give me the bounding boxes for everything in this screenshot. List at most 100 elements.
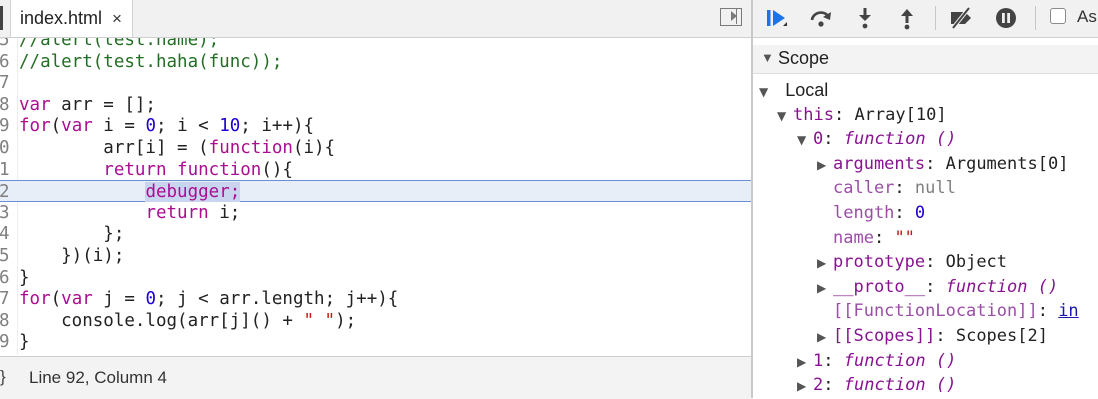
file-tab[interactable]: index.html × [10, 0, 133, 37]
property-key: __proto__ [833, 276, 926, 297]
async-checkbox[interactable] [1050, 8, 1066, 24]
scope-property-row[interactable]: ▶ __proto__: function () [817, 275, 1058, 299]
property-separator: : [873, 227, 895, 248]
expand-triangle-icon[interactable]: ▶ [797, 374, 813, 398]
code-token: (i){ [292, 138, 336, 158]
expand-triangle-icon[interactable]: ▶ [817, 276, 833, 300]
scope-property-row[interactable]: caller: null [817, 176, 956, 200]
function-location-link[interactable]: in [1058, 301, 1078, 321]
expand-triangle-icon: ▼ [759, 85, 769, 99]
line-number[interactable]: 8 [0, 94, 17, 116]
pretty-print-icon[interactable]: } [0, 367, 6, 387]
expand-triangle-icon[interactable]: ▶ [817, 325, 833, 349]
code-line[interactable]: 7 [0, 72, 751, 94]
step-over-icon[interactable] [809, 6, 833, 30]
scope-property-row[interactable]: ▼ this: Array[10] [777, 103, 947, 127]
scope-local-row[interactable]: ▼ Local [759, 78, 828, 102]
debugger-toolbar: As [753, 0, 1098, 38]
line-number[interactable]: 6 [0, 267, 17, 289]
line-number[interactable]: 9 [0, 331, 17, 353]
code-text: } [19, 331, 30, 353]
property-separator: : [823, 129, 844, 150]
code-line[interactable]: 9} [0, 331, 751, 353]
code-token: var [61, 289, 93, 310]
scope-property-row[interactable]: name: "" [817, 226, 915, 250]
code-line[interactable]: 8 var arr = []; [0, 94, 751, 116]
code-token: var [19, 94, 51, 115]
scope-section-header[interactable]: ▼ Scope [753, 45, 1098, 74]
code-text: })(i); [19, 245, 124, 267]
expand-triangle-icon[interactable]: ▶ [817, 153, 833, 177]
scope-property-row[interactable]: ▶ prototype: Object [817, 250, 1007, 274]
property-value: Array[10] [854, 104, 947, 125]
property-value: function () [843, 350, 957, 371]
collapse-triangle-icon[interactable]: ▼ [797, 128, 813, 152]
line-number[interactable]: 8 [0, 310, 17, 332]
scope-property-row[interactable]: ▶ 1: function () [797, 349, 956, 373]
code-text: debugger; [19, 181, 241, 203]
property-separator: : [894, 178, 915, 199]
property-separator: : [894, 203, 915, 223]
toolbar-separator [935, 6, 936, 30]
line-number[interactable]: 3 [0, 202, 17, 224]
toggle-debugger-sidebar-icon[interactable] [720, 8, 742, 26]
code-text: arr[i] = (function(i){ [19, 137, 335, 159]
code-token: var [61, 116, 93, 137]
code-line[interactable]: 9 for(var i = 0; i < 10; i++){ [0, 115, 751, 137]
collapse-triangle-icon[interactable]: ▼ [777, 104, 793, 128]
scope-property-row[interactable]: ▼ 0: function () [797, 127, 956, 151]
pause-on-exceptions-icon[interactable] [994, 6, 1018, 30]
code-line[interactable]: 3 return i; [0, 202, 751, 224]
scope-property-row[interactable]: ▶ 2: function () [797, 373, 956, 397]
code-token: 0 [145, 289, 156, 310]
property-separator: : [1037, 301, 1059, 322]
code-line[interactable]: 0 arr[i] = (function(i){ [0, 137, 751, 159]
scope-property-row[interactable]: [[FunctionLocation]]: in [817, 299, 1079, 323]
code-token: for [19, 116, 51, 137]
line-number[interactable]: 6 [0, 51, 17, 73]
expand-triangle-icon[interactable]: ▶ [797, 350, 813, 374]
line-number[interactable]: 7 [0, 288, 17, 310]
code-line[interactable]: 7 for(var j = 0; j < arr.length; j++){ [0, 288, 751, 310]
code-token: j = [92, 289, 146, 310]
line-number[interactable]: 7 [0, 72, 17, 94]
resume-icon[interactable] [765, 6, 789, 30]
line-number[interactable]: 2 [0, 181, 17, 203]
scope-property-row[interactable]: length: 0 [817, 201, 925, 225]
code-line[interactable]: 6//alert(test.haha(func)); [0, 51, 751, 73]
navigator-toggle-stub[interactable] [0, 6, 3, 30]
scope-header-label: Scope [778, 48, 830, 68]
code-text: }; [19, 223, 124, 245]
property-key: length [833, 203, 895, 223]
code-line[interactable]: 6} [0, 267, 751, 289]
code-line[interactable]: 4 }; [0, 223, 751, 245]
editor-status-bar: } Line 92, Column 4 [0, 356, 751, 399]
step-into-icon[interactable] [853, 6, 877, 30]
close-icon[interactable]: × [112, 9, 122, 29]
code-line[interactable]: 8 console.log(arr[j]() + " "); [0, 310, 751, 332]
line-number[interactable]: 0 [0, 137, 17, 159]
code-token: ; i < [156, 116, 220, 137]
code-token: (){ [261, 159, 293, 180]
line-number[interactable]: 4 [0, 223, 17, 245]
code-line-current[interactable]: 2 debugger; [0, 180, 751, 203]
code-line[interactable]: 5 })(i); [0, 245, 751, 267]
property-value: function () [843, 129, 957, 150]
scope-property-row[interactable]: ▶ [[Scopes]]: Scopes[2] [817, 324, 1048, 348]
code-token: ( [50, 116, 62, 137]
code-area[interactable]: 5//alert(test.name); 6//alert(test.haha(f… [0, 38, 751, 355]
code-token: //alert(test.haha(func)); [19, 51, 283, 72]
step-out-icon[interactable] [895, 6, 919, 30]
property-separator: : [925, 276, 946, 297]
line-number[interactable]: 5 [0, 38, 17, 51]
code-line[interactable]: 1 return function(){ [0, 159, 751, 181]
deactivate-breakpoints-icon[interactable] [949, 6, 973, 30]
code-line[interactable]: 5//alert(test.name); [0, 38, 751, 51]
line-number[interactable]: 9 [0, 115, 17, 137]
code-token: function [208, 138, 293, 158]
scope-property-row[interactable]: ▶ arguments: Arguments[0] [817, 152, 1068, 176]
expand-triangle-icon[interactable]: ▶ [817, 251, 833, 275]
line-number[interactable]: 5 [0, 245, 17, 267]
line-number[interactable]: 1 [0, 159, 17, 181]
